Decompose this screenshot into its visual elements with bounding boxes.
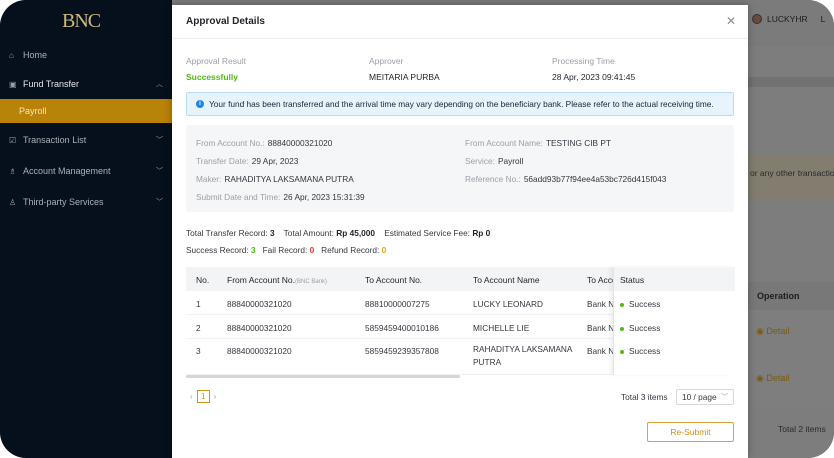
operation-column-header: Operation <box>748 282 834 310</box>
sidebar-item-payroll[interactable]: Payroll <box>0 99 172 123</box>
bnc-logo: BNC <box>62 10 101 32</box>
resubmit-button[interactable]: Re-Submit <box>647 422 734 442</box>
background-strip <box>748 77 834 87</box>
user-menu[interactable]: LUCKYHR L <box>752 14 825 24</box>
home-icon: ⌂ <box>9 50 14 60</box>
close-icon[interactable]: ✕ <box>726 14 736 28</box>
maker-field: Maker: RAHADITYA LAKSAMANA PUTRA <box>196 174 354 184</box>
info-text: Your fund has been transferred and the a… <box>209 99 714 109</box>
sidebar-item-account-management[interactable]: ♗ Account Management ﹀ <box>0 156 172 186</box>
status-column: Status Success Success Success <box>613 267 735 375</box>
approval-result-label: Approval Result <box>186 56 247 66</box>
approval-details-modal: Approval Details ✕ Approval Result Succe… <box>172 5 748 458</box>
pagination: ‹ 1 › <box>190 390 216 403</box>
user-icon: ♙ <box>9 197 17 207</box>
account-icon: ♗ <box>9 166 17 176</box>
sidebar-item-third-party-services[interactable]: ♙ Third-party Services ﹀ <box>0 187 172 217</box>
approval-result-value: Successfully <box>186 72 238 82</box>
approver-value: MEITARIA PURBA <box>369 72 440 82</box>
status-badge: Success <box>620 323 660 333</box>
chevron-down-icon: ﹀ <box>156 199 163 206</box>
eye-icon: ◉ <box>756 326 764 336</box>
page-1[interactable]: 1 <box>196 390 210 403</box>
chevron-up-icon: ︿ <box>156 81 163 88</box>
service-field: Service: Payroll <box>465 156 524 166</box>
totals-line: Total Transfer Record: 3 Total Amount: R… <box>186 228 491 238</box>
sidebar-item-transaction-list[interactable]: ☑ Transaction List ﹀ <box>0 125 172 155</box>
from-account-name-field: From Account Name: TESTING CIB PT <box>465 138 611 148</box>
sidebar-item-home[interactable]: ⌂ Home <box>0 40 172 70</box>
detail-link[interactable]: ◉ Detail <box>756 326 789 337</box>
from-account-field: From Account No.: 88840000321020 <box>196 138 333 148</box>
col-no: No. <box>196 275 210 285</box>
record-counts-line: Success Record: 3 Fail Record: 0 Refund … <box>186 245 387 255</box>
processing-time-label: Processing Time <box>552 56 615 66</box>
transfer-date-field: Transfer Date: 29 Apr, 2023 <box>196 156 299 166</box>
col-status: Status <box>620 275 645 285</box>
detail-link[interactable]: ◉ Detail <box>756 373 789 384</box>
app-window: BNC ⌂ Home ▣ Fund Transfer ︿ Payroll ☑ T… <box>0 0 834 458</box>
total-items: Total 3 items <box>621 392 668 402</box>
modal-header: Approval Details ✕ <box>172 5 748 39</box>
status-badge: Success <box>620 299 660 309</box>
prev-page-icon[interactable]: ‹ <box>190 392 193 401</box>
avatar <box>752 14 762 24</box>
approver-label: Approver <box>369 56 404 66</box>
chevron-down-icon: ﹀ <box>721 394 728 401</box>
background-notice: or any other transactio <box>748 156 834 200</box>
chevron-down-icon: ﹀ <box>156 168 163 175</box>
horizontal-scrollbar[interactable] <box>186 375 460 378</box>
transfer-details: From Account No.: 88840000321020 From Acc… <box>186 125 734 212</box>
background-total: Total 2 items <box>778 424 826 434</box>
eye-icon: ◉ <box>756 373 764 383</box>
processing-time-value: 28 Apr, 2023 09:41:45 <box>552 72 636 82</box>
reference-field: Reference No.: 56add93b77f94ee4a53bc726d4… <box>465 174 667 184</box>
modal-title: Approval Details <box>186 16 265 27</box>
sidebar-item-fund-transfer[interactable]: ▣ Fund Transfer ︿ <box>0 69 172 99</box>
transfer-icon: ▣ <box>9 79 17 89</box>
info-icon: i <box>196 100 204 108</box>
status-badge: Success <box>620 346 660 356</box>
chevron-down-icon: ﹀ <box>156 137 163 144</box>
col-from-account: From Account No.(BNC Bank) <box>227 275 328 285</box>
submit-time-field: Submit Date and Time: 26 Apr, 2023 15:31:… <box>196 192 365 202</box>
list-icon: ☑ <box>9 135 17 145</box>
info-alert: i Your fund has been transferred and the… <box>186 92 734 116</box>
col-to-account-name: To Account Name <box>473 275 540 285</box>
sidebar: BNC ⌂ Home ▣ Fund Transfer ︿ Payroll ☑ T… <box>0 0 172 458</box>
page-size-select[interactable]: 10 / page ﹀ <box>676 389 734 405</box>
col-to-account: To Account No. <box>365 275 423 285</box>
next-page-icon[interactable]: › <box>214 392 217 401</box>
